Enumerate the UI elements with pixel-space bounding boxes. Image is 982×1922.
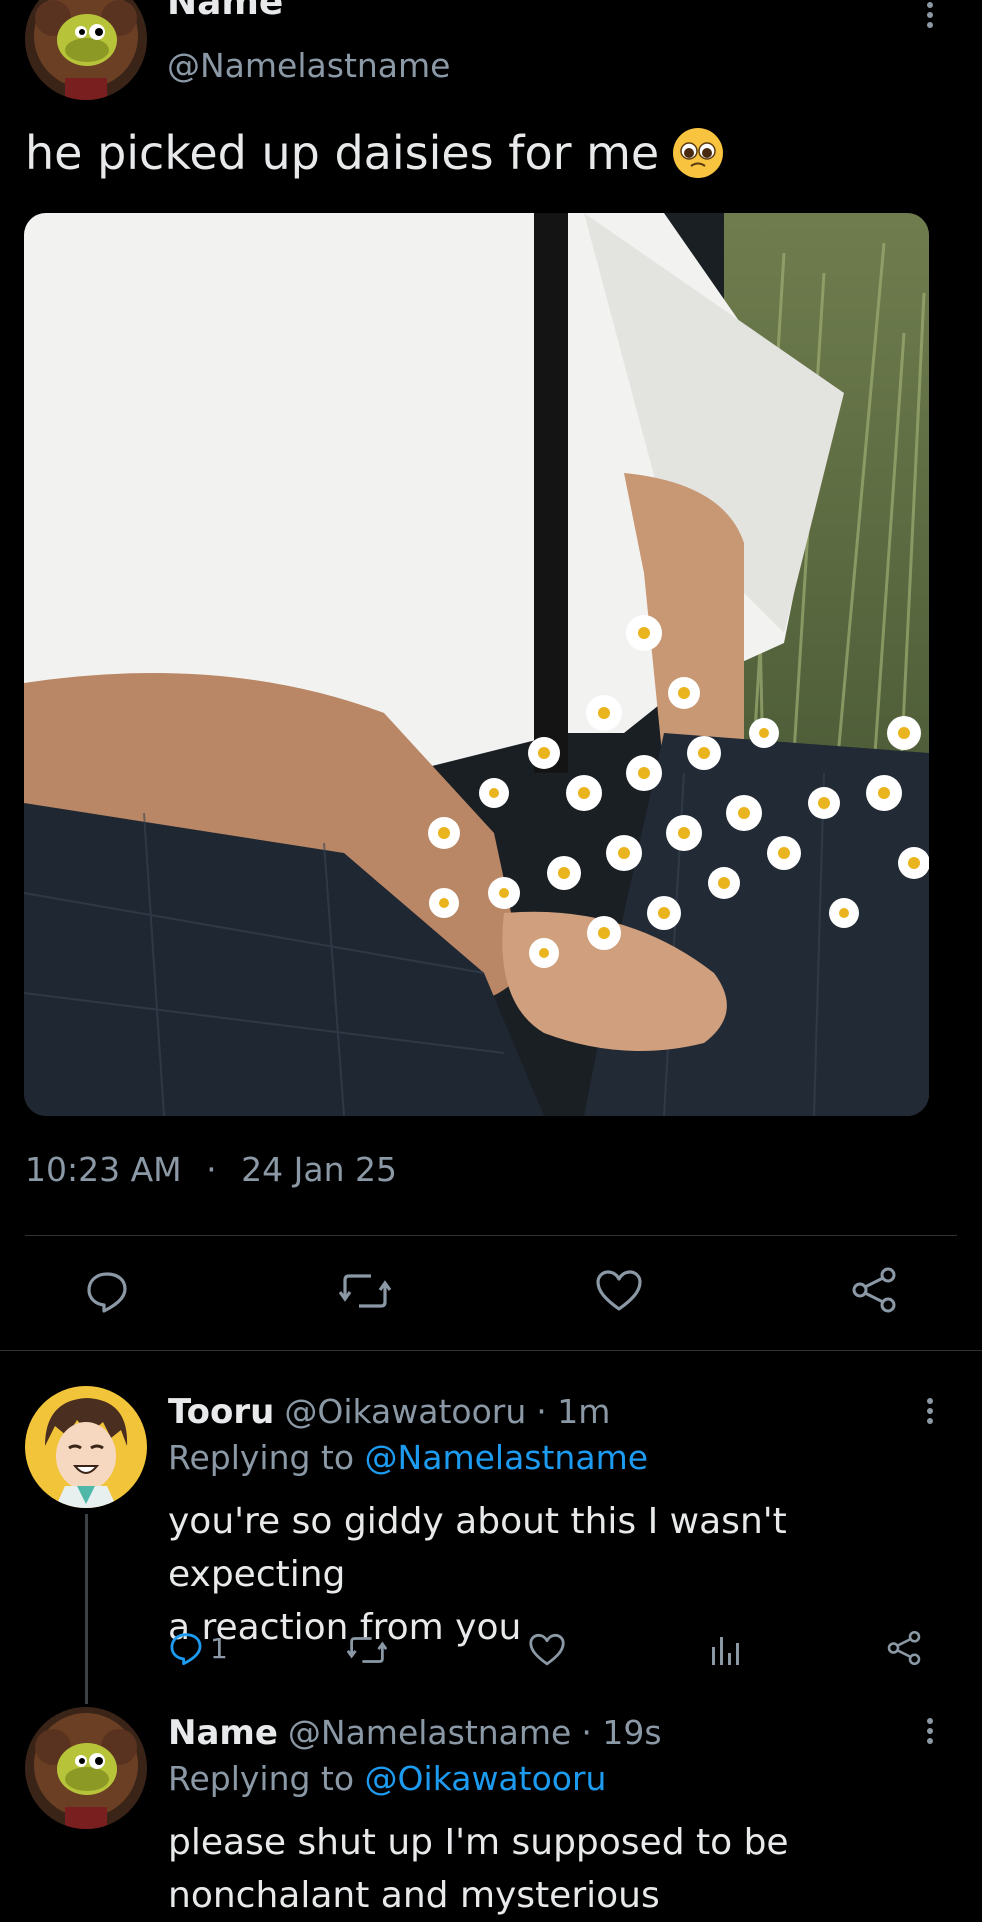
reply-header: Tooru @Oikawatooru · 1m	[168, 1392, 610, 1432]
replying-to-link[interactable]: @Oikawatooru	[365, 1759, 607, 1798]
reply-time: · 1m	[536, 1392, 611, 1431]
reply-button[interactable]: 1	[168, 1628, 228, 1668]
reply-display-name[interactable]: Name	[168, 1713, 278, 1753]
analytics-button[interactable]	[708, 1630, 744, 1670]
analytics-icon	[712, 1637, 739, 1665]
reply-handle[interactable]: @Namelastname	[288, 1713, 571, 1752]
retweet-button[interactable]	[345, 1630, 389, 1670]
share-button[interactable]	[884, 1628, 924, 1668]
reply-display-name[interactable]: Tooru	[168, 1392, 274, 1432]
retweet-icon	[347, 1637, 387, 1663]
reply-handle[interactable]: @Oikawatooru	[284, 1392, 526, 1431]
pleading-face-icon	[673, 128, 724, 178]
replying-to: Replying to @Oikawatooru	[168, 1759, 606, 1798]
post-timestamp[interactable]: 10:23 AM · 24 Jan 25	[25, 1150, 397, 1189]
divider	[25, 1235, 957, 1236]
reply-header: Name @Namelastname · 19s	[168, 1713, 662, 1753]
author-display-name[interactable]: Name	[167, 0, 283, 23]
replying-to-link[interactable]: @Namelastname	[365, 1438, 648, 1477]
retweet-button[interactable]	[337, 1266, 393, 1316]
more-options-icon[interactable]	[920, 1398, 940, 1428]
post-time: 10:23 AM	[25, 1150, 182, 1189]
like-icon	[596, 1270, 642, 1311]
replying-to-label: Replying to	[168, 1438, 355, 1477]
post-date: 24 Jan 25	[241, 1150, 397, 1189]
reply-author-avatar[interactable]	[25, 1386, 147, 1508]
share-icon	[887, 1630, 921, 1666]
replying-to-label: Replying to	[168, 1759, 355, 1798]
post-photo[interactable]	[24, 213, 929, 1116]
like-icon	[529, 1633, 565, 1666]
divider	[0, 1350, 982, 1351]
post-text-content: he picked up daisies for me	[25, 126, 660, 180]
reply-text-line: nonchalant and mysterious	[168, 1875, 660, 1916]
author-handle[interactable]: @Namelastname	[167, 46, 450, 85]
more-options-icon[interactable]	[920, 1718, 940, 1748]
reply-text-line: please shut up I'm supposed to be	[168, 1822, 789, 1863]
author-avatar[interactable]	[25, 0, 147, 100]
share-icon	[852, 1267, 896, 1313]
reply-count: 1	[210, 1631, 228, 1665]
reply-time: · 19s	[581, 1713, 662, 1752]
reply-text-line: you're so giddy about this I wasn't expe…	[168, 1501, 787, 1595]
more-options-icon[interactable]	[920, 2, 940, 32]
reply-author-avatar[interactable]	[25, 1707, 147, 1829]
thread-connector	[85, 1514, 88, 1704]
time-separator: ·	[206, 1150, 217, 1189]
reply-icon	[170, 1633, 202, 1666]
retweet-icon	[339, 1274, 391, 1308]
share-button[interactable]	[848, 1264, 900, 1316]
post-text: he picked up daisies for me	[25, 126, 724, 180]
like-button[interactable]	[593, 1266, 645, 1316]
like-button[interactable]	[527, 1630, 567, 1670]
reply-icon	[87, 1272, 127, 1313]
reply-text: please shut up I'm supposed to be noncha…	[168, 1816, 958, 1922]
reply-button[interactable]	[82, 1266, 132, 1316]
replying-to: Replying to @Namelastname	[168, 1438, 648, 1477]
